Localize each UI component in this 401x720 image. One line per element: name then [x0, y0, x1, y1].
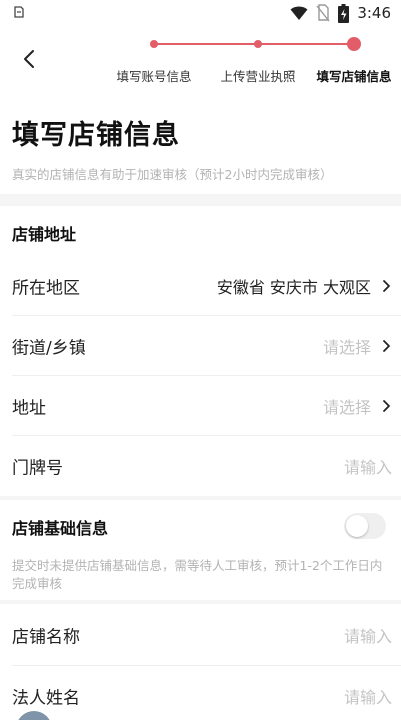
legal-person-input[interactable]: 请输入	[344, 684, 392, 708]
step-connector	[258, 43, 353, 45]
no-sim-icon	[316, 4, 330, 22]
address-placeholder: 请选择	[322, 398, 371, 417]
page-title: 填写店铺信息	[12, 120, 180, 151]
address-row[interactable]: 地址 请选择	[0, 376, 401, 436]
basic-info-toggle[interactable]	[344, 513, 386, 539]
region-row[interactable]: 所在地区 安徽省 安庆市 大观区	[0, 256, 401, 316]
chevron-right-icon	[383, 280, 390, 292]
section-separator	[0, 600, 401, 604]
shop-name-row[interactable]: 店铺名称 请输入	[0, 605, 401, 665]
status-bar: 3:46	[0, 0, 401, 26]
section-title-basic-info: 店铺基础信息	[12, 519, 109, 538]
wifi-icon	[290, 6, 308, 20]
step-label: 上传营业执照	[220, 69, 296, 84]
street-label: 街道/乡镇	[12, 338, 86, 359]
step-dot	[254, 40, 262, 48]
step-label-active: 填写店铺信息	[316, 69, 392, 84]
shop-name-input[interactable]: 请输入	[344, 623, 392, 647]
section-separator	[0, 496, 401, 500]
step-connector	[154, 43, 258, 45]
clock: 3:46	[357, 4, 391, 22]
section-title-address: 店铺地址	[12, 225, 77, 244]
legal-person-row[interactable]: 法人姓名 请输入	[0, 666, 401, 720]
basic-info-note: 提交时未提供店铺基础信息，需等待人工审核，预计1-2个工作日内完成审核	[12, 558, 383, 591]
step-label: 填写账号信息	[116, 69, 192, 84]
step-dot-active	[347, 37, 361, 51]
status-icons: 3:46	[290, 2, 391, 24]
progress-stepper: 填写账号信息 上传营业执照 填写店铺信息	[104, 36, 401, 86]
address-label: 地址	[12, 398, 46, 419]
back-button[interactable]	[14, 44, 44, 74]
street-placeholder: 请选择	[322, 338, 371, 357]
chevron-left-icon	[24, 50, 34, 68]
region-value: 安徽省 安庆市 大观区	[216, 278, 371, 297]
page-subtitle: 真实的店铺信息有助于加速审核（预计2小时内完成审核）	[12, 167, 333, 182]
house-number-label: 门牌号	[12, 458, 63, 479]
chevron-right-icon	[383, 340, 390, 352]
legal-person-label: 法人姓名	[12, 688, 80, 709]
step-dot	[150, 40, 158, 48]
house-number-input[interactable]: 请输入	[344, 454, 392, 478]
toggle-knob	[346, 515, 368, 537]
section-separator	[0, 194, 401, 206]
chevron-right-icon	[383, 400, 390, 412]
region-label: 所在地区	[12, 278, 80, 299]
street-row[interactable]: 街道/乡镇 请选择	[0, 316, 401, 376]
notification-icon	[14, 6, 24, 18]
shop-name-label: 店铺名称	[12, 627, 80, 648]
battery-icon	[338, 3, 350, 23]
house-number-row[interactable]: 门牌号 请输入	[0, 436, 401, 496]
